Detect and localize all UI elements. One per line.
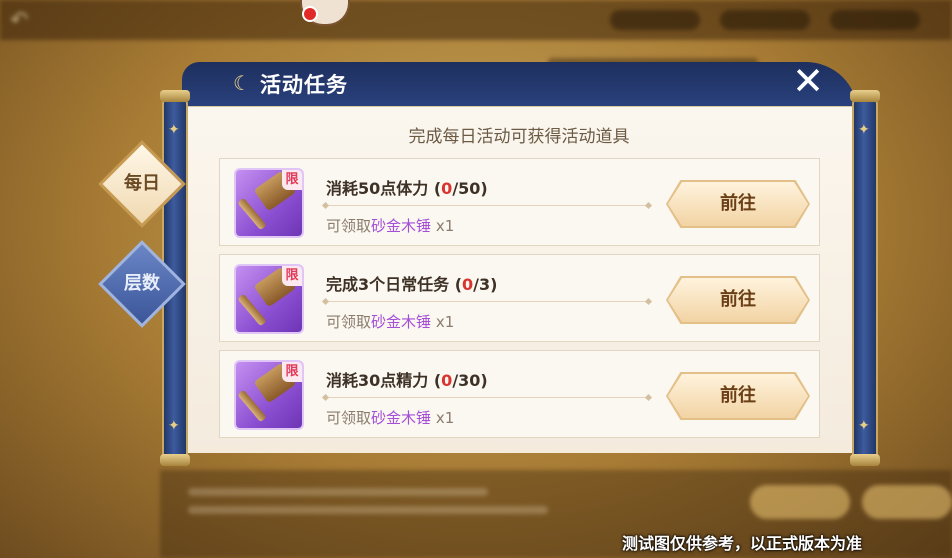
task-reward: 可领取砂金木锤 x1 xyxy=(326,311,454,332)
background-currency-pill xyxy=(830,10,920,30)
reward-quantity: x1 xyxy=(435,313,455,331)
background-currency-pill xyxy=(720,10,810,30)
rod-cap xyxy=(850,454,880,466)
background-button xyxy=(750,485,850,519)
rod-cap xyxy=(850,90,880,102)
reward-prefix: 可领取 xyxy=(326,313,372,331)
go-button-label: 前往 xyxy=(720,289,756,310)
task-progress: (0/3) xyxy=(454,275,498,294)
limited-badge: 限 xyxy=(282,362,302,382)
panel-subtitle: 完成每日活动可获得活动道具 xyxy=(408,127,630,147)
limited-badge: 限 xyxy=(282,170,302,190)
close-button[interactable]: ✕ xyxy=(790,62,826,100)
divider xyxy=(326,397,648,398)
go-button-label: 前往 xyxy=(720,193,756,214)
go-button-label: 前往 xyxy=(720,385,756,406)
star-icon: ✦ xyxy=(168,122,180,138)
task-name: 消耗50点体力 (0/50) xyxy=(326,175,488,199)
tab-layers[interactable]: 层数 xyxy=(98,240,186,328)
progress-total: 50 xyxy=(458,179,481,198)
task-title: 消耗30点精力 xyxy=(326,371,429,390)
background-back-icon: ↶ xyxy=(10,8,29,33)
background-text-line xyxy=(188,506,548,514)
go-button[interactable]: 前往 xyxy=(666,276,810,324)
disclaimer: 测试图仅供参考，以正式版本为准 xyxy=(621,534,862,553)
star-icon: ✦ xyxy=(858,418,870,434)
task-row: 限 完成3个日常任务 (0/3) 可领取砂金木锤 x1 前往 xyxy=(219,254,820,342)
rod-cap xyxy=(160,454,190,466)
star-icon: ✦ xyxy=(168,418,180,434)
task-name: 完成3个日常任务 (0/3) xyxy=(326,271,497,295)
progress-current: 0 xyxy=(441,371,453,390)
hammer-icon[interactable]: 限 xyxy=(234,360,304,430)
limited-badge: 限 xyxy=(282,266,302,286)
crescent-icon: ☾ xyxy=(233,71,251,95)
star-icon: ✦ xyxy=(858,122,870,138)
task-reward: 可领取砂金木锤 x1 xyxy=(326,215,454,236)
reward-quantity: x1 xyxy=(435,217,455,235)
background-button xyxy=(862,485,952,519)
progress-current: 0 xyxy=(441,179,453,198)
task-progress: (0/50) xyxy=(433,179,488,198)
go-button[interactable]: 前往 xyxy=(666,180,810,228)
background-currency-pill xyxy=(610,10,700,30)
panel-title: 活动任务 xyxy=(260,73,348,97)
task-progress: (0/30) xyxy=(433,371,488,390)
reward-quantity: x1 xyxy=(435,409,455,427)
notification-dot xyxy=(302,6,318,22)
reward-item: 砂金木锤 xyxy=(371,313,432,331)
background-text-line xyxy=(188,488,488,496)
task-reward: 可领取砂金木锤 x1 xyxy=(326,407,454,428)
reward-prefix: 可领取 xyxy=(326,409,372,427)
close-icon: ✕ xyxy=(792,59,824,103)
reward-prefix: 可领取 xyxy=(326,217,372,235)
progress-total: 3 xyxy=(479,275,491,294)
task-name: 消耗30点精力 (0/30) xyxy=(326,367,488,391)
task-row: 限 消耗30点精力 (0/30) 可领取砂金木锤 x1 前往 xyxy=(219,350,820,438)
task-row: 限 消耗50点体力 (0/50) 可领取砂金木锤 x1 前往 xyxy=(219,158,820,246)
tab-daily-label: 每日 xyxy=(124,173,160,194)
rod-cap xyxy=(160,90,190,102)
reward-item: 砂金木锤 xyxy=(371,217,432,235)
tab-daily[interactable]: 每日 xyxy=(98,140,186,228)
go-button[interactable]: 前往 xyxy=(666,372,810,420)
hammer-icon[interactable]: 限 xyxy=(234,264,304,334)
task-title: 完成3个日常任务 xyxy=(326,275,450,294)
hammer-icon[interactable]: 限 xyxy=(234,168,304,238)
reward-item: 砂金木锤 xyxy=(371,409,432,427)
divider xyxy=(326,301,648,302)
divider xyxy=(326,205,648,206)
tab-layers-label: 层数 xyxy=(124,273,160,294)
progress-current: 0 xyxy=(462,275,474,294)
task-title: 消耗50点体力 xyxy=(326,179,429,198)
scroll-rod-right: ✦ ✦ xyxy=(850,90,880,466)
progress-total: 30 xyxy=(458,371,481,390)
